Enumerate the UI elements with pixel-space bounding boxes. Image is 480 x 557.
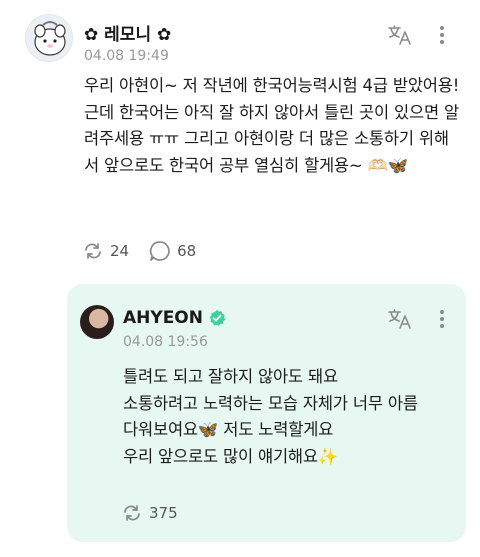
translate-icon[interactable] <box>386 306 414 332</box>
repost-count: 375 <box>149 504 178 522</box>
reply-text-line: 우리 앞으로도 많이 얘기해요✨ <box>123 446 339 466</box>
comment-count: 68 <box>177 242 197 260</box>
reply-text: 틀려도 되고 잘하지 않아도 돼요 소통하려고 노력하는 모습 자체가 너무 아… <box>123 364 458 470</box>
repost-icon <box>82 241 104 261</box>
reply-timestamp: 04.08 19:56 <box>123 334 208 350</box>
fan-username[interactable]: ✿ 레모니 ✿ <box>84 20 171 45</box>
comment-button[interactable]: 68 <box>149 240 196 262</box>
post-text: 우리 아현이~ 저 작년에 한국어능력시험 4급 받았어용! 근데 한국어는 아… <box>84 76 460 175</box>
reply-text-line: 틀려도 되고 잘하지 않아도 돼요 <box>123 367 338 386</box>
reply-text-line: 다워보여요🦋 저도 노력할게요 <box>123 420 334 439</box>
more-vertical-icon[interactable] <box>435 22 449 48</box>
more-vertical-icon[interactable] <box>435 306 449 332</box>
artist-username[interactable]: AHYEON <box>123 308 203 328</box>
fan-avatar[interactable] <box>25 14 73 62</box>
repost-button[interactable]: 24 <box>82 241 129 261</box>
artist-avatar[interactable] <box>80 305 114 339</box>
artist-reply: AHYEON 04.08 19:56 틀려도 되고 잘하지 않아도 돼요 소통하… <box>67 284 466 542</box>
verified-badge-icon <box>208 309 226 327</box>
fan-post: ✿ 레모니 ✿ 04.08 19:49 우리 아현이~ 저 작년에 한국어능력시… <box>0 0 480 282</box>
reply-text-line: 소통하려고 노력하는 모습 자체가 너무 아름 <box>123 393 418 413</box>
post-actions: 24 68 <box>82 240 216 262</box>
reply-actions: 375 <box>121 503 198 523</box>
post-timestamp: 04.08 19:49 <box>84 48 169 64</box>
repost-button[interactable]: 375 <box>121 503 178 523</box>
artist-name-row: AHYEON <box>123 308 226 328</box>
comment-icon <box>149 240 171 262</box>
translate-icon[interactable] <box>386 22 414 48</box>
repost-count: 24 <box>110 242 130 260</box>
repost-icon <box>121 503 143 523</box>
